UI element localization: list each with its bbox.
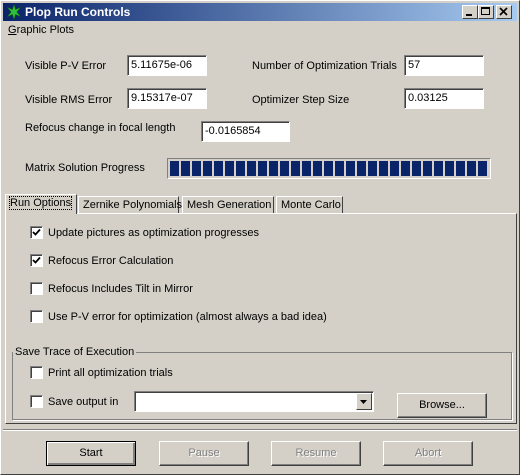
visible-pv-error-field[interactable]: 5.11675e-06 <box>127 55 207 76</box>
refocus-error-label: Refocus Error Calculation <box>48 255 174 267</box>
start-label: Start <box>79 447 103 459</box>
maximize-icon <box>481 7 490 15</box>
pause-button[interactable]: Pause <box>159 441 249 466</box>
abort-button[interactable]: Abort <box>383 441 473 466</box>
start-button[interactable]: Start <box>46 441 136 466</box>
num-opt-trials-field[interactable]: 57 <box>404 55 484 76</box>
save-output-combo[interactable] <box>134 391 374 412</box>
window-title: Plop Run Controls <box>25 5 131 19</box>
tab-monte-carlo[interactable]: Monte Carlo <box>276 196 343 214</box>
tab-label: Run Options <box>8 196 73 210</box>
minimize-icon <box>466 14 472 16</box>
num-opt-trials-label: Number of Optimization Trials <box>252 60 397 72</box>
pause-label: Pause <box>188 447 220 459</box>
refocus-change-field[interactable]: -0.0165854 <box>201 121 290 142</box>
print-trials-label: Print all optimization trials <box>48 367 173 379</box>
abort-label: Abort <box>414 447 442 459</box>
optimizer-step-size-label: Optimizer Step Size <box>252 94 350 106</box>
save-trace-title: Save Trace of Execution <box>13 346 137 358</box>
tab-mesh-generation[interactable]: Mesh Generation <box>182 196 274 214</box>
visible-rms-error-field[interactable]: 9.15317e-07 <box>127 88 207 109</box>
close-button[interactable] <box>496 5 512 19</box>
chevron-down-icon <box>360 400 367 404</box>
resume-label: Resume <box>295 447 337 459</box>
minimize-button[interactable] <box>462 5 478 19</box>
browse-label: Browse... <box>419 399 465 411</box>
matrix-progress-label: Matrix Solution Progress <box>25 162 145 174</box>
maximize-button[interactable] <box>478 5 494 19</box>
use-pv-error-label: Use P-V error for optimization (almost a… <box>48 311 327 323</box>
menu-mnemonic: G <box>8 24 17 36</box>
progress-fill <box>170 161 488 176</box>
menu-graphic-plots[interactable]: Graphic Plots <box>8 24 74 36</box>
refocus-change-label: Refocus change in focal length <box>25 122 176 134</box>
browse-button[interactable]: Browse... <box>397 393 487 418</box>
app-window: Plop Run Controls Graphic Plots Visible … <box>0 0 520 475</box>
save-output-checkbox[interactable] <box>30 395 43 408</box>
update-pictures-label: Update pictures as optimization progress… <box>48 227 259 239</box>
tab-run-options[interactable]: Run Options <box>5 194 77 214</box>
tab-label: Mesh Generation <box>187 199 272 211</box>
resume-button[interactable]: Resume <box>271 441 361 466</box>
print-trials-checkbox[interactable] <box>30 366 43 379</box>
refocus-tilt-label: Refocus Includes Tilt in Mirror <box>48 283 193 295</box>
close-icon <box>499 7 508 16</box>
visible-rms-error-label: Visible RMS Error <box>25 94 113 106</box>
matrix-progress-bar <box>167 158 491 179</box>
app-star-icon <box>6 4 22 20</box>
menu-label: raphic Plots <box>16 24 75 36</box>
save-output-label: Save output in <box>48 396 119 408</box>
tab-zernike-polynomials[interactable]: Zernike Polynomials <box>78 196 183 214</box>
combo-dropdown-button[interactable] <box>356 393 372 410</box>
visible-pv-error-label: Visible P-V Error <box>25 60 107 72</box>
tab-label: Zernike Polynomials <box>83 199 183 211</box>
title-bar[interactable]: Plop Run Controls <box>3 3 517 21</box>
optimizer-step-size-field[interactable]: 0.03125 <box>404 88 484 109</box>
tab-label: Monte Carlo <box>281 199 341 211</box>
menu-bar: Graphic Plots <box>3 22 517 40</box>
